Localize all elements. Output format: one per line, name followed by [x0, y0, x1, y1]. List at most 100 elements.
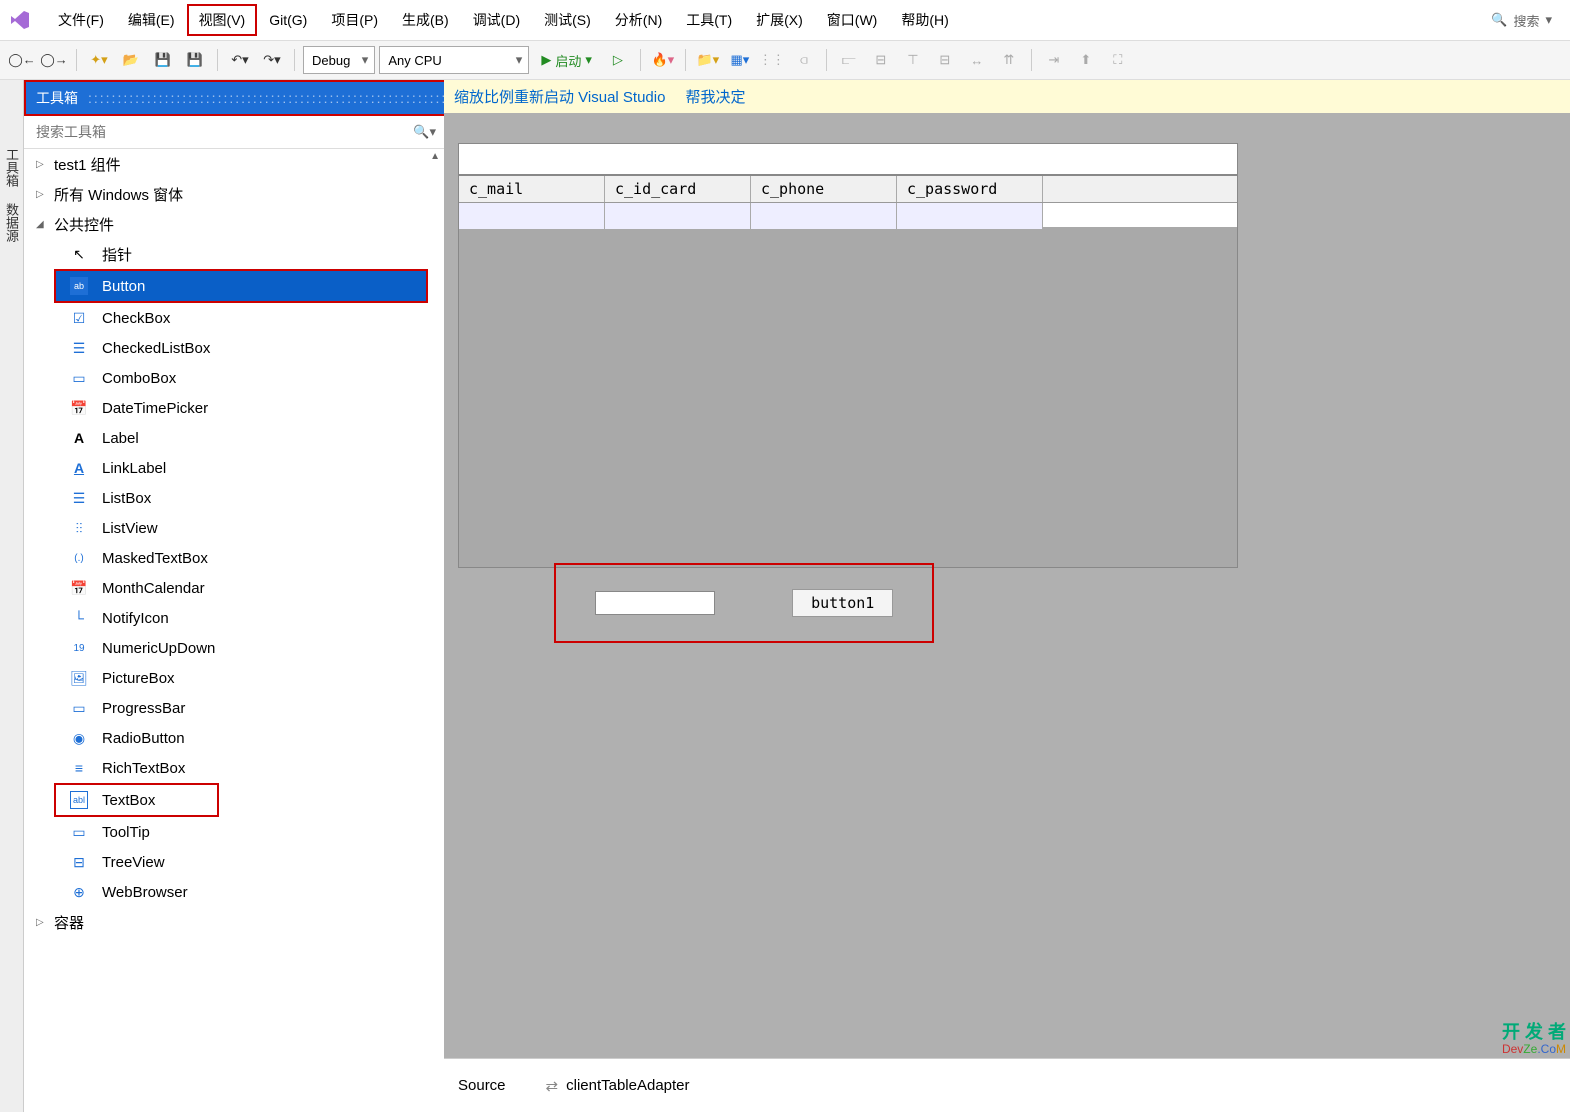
- tree-item-maskedtextbox[interactable]: (.)MaskedTextBox: [24, 543, 444, 573]
- picture-icon: 🖼: [70, 669, 88, 687]
- vspace-btn[interactable]: ⇈: [995, 46, 1023, 74]
- menu-extensions[interactable]: 扩展(X): [744, 4, 815, 36]
- start-nodebug-btn[interactable]: ▷: [604, 46, 632, 74]
- form-button1[interactable]: button1: [792, 589, 893, 617]
- scroll-up-icon[interactable]: ▲: [430, 151, 440, 162]
- pointer-icon: ↖: [70, 245, 88, 263]
- restart-link[interactable]: 缩放比例重新启动 Visual Studio: [454, 86, 665, 107]
- info-bar: 缩放比例重新启动 Visual Studio 帮我决定: [444, 80, 1570, 113]
- richtext-icon: ≡: [70, 759, 88, 777]
- align-mid-btn[interactable]: ⊟: [931, 46, 959, 74]
- grid-col-password[interactable]: c_password: [897, 176, 1043, 202]
- tree-item-datetimepicker[interactable]: 📅DateTimePicker: [24, 393, 444, 423]
- listbox-icon: ☰: [70, 489, 88, 507]
- tree-item-picturebox[interactable]: 🖼PictureBox: [24, 663, 444, 693]
- menu-analyze[interactable]: 分析(N): [603, 4, 674, 36]
- menu-debug[interactable]: 调试(D): [461, 4, 532, 36]
- grid-btn[interactable]: ▦▾: [726, 46, 754, 74]
- tray-source[interactable]: Source: [458, 1077, 506, 1094]
- new-item-btn[interactable]: ✦▾: [85, 46, 113, 74]
- form-textbox[interactable]: [595, 591, 715, 615]
- dots-btn[interactable]: ⋮⋮: [758, 46, 786, 74]
- menu-help[interactable]: 帮助(H): [889, 4, 960, 36]
- tree-item-progressbar[interactable]: ▭ProgressBar: [24, 693, 444, 723]
- menu-edit[interactable]: 编辑(E): [116, 4, 187, 36]
- grid-col-phone[interactable]: c_phone: [751, 176, 897, 202]
- undo-btn[interactable]: ↶▾: [226, 46, 254, 74]
- tab-order-btn[interactable]: ⇥: [1040, 46, 1068, 74]
- menu-file[interactable]: 文件(F): [46, 4, 116, 36]
- menu-view[interactable]: 视图(V): [187, 4, 258, 36]
- open-btn[interactable]: 📂: [117, 46, 145, 74]
- platform-dropdown[interactable]: Any CPU: [379, 46, 529, 74]
- menu-project[interactable]: 项目(P): [319, 4, 390, 36]
- config-dropdown[interactable]: Debug: [303, 46, 375, 74]
- tree-item-checkbox[interactable]: ☑CheckBox: [24, 303, 444, 333]
- tree-item-monthcalendar[interactable]: 📅MonthCalendar: [24, 573, 444, 603]
- tree-cat-container[interactable]: ▷容器: [24, 907, 444, 937]
- menu-build[interactable]: 生成(B): [390, 4, 461, 36]
- save-all-btn[interactable]: 💾: [181, 46, 209, 74]
- fullscreen-btn[interactable]: ⛶: [1104, 46, 1132, 74]
- toolbox-search-input[interactable]: [32, 120, 413, 144]
- align-top-btn[interactable]: ⊤: [899, 46, 927, 74]
- button-icon: ab: [70, 277, 88, 295]
- menu-test[interactable]: 测试(S): [532, 4, 603, 36]
- search-box[interactable]: 🔍 搜索 ▾: [1481, 7, 1562, 34]
- tree-item-listview[interactable]: ⫶⫶ListView: [24, 513, 444, 543]
- tree-cat-winforms[interactable]: ▷所有 Windows 窗体: [24, 179, 444, 209]
- tree-item-richtextbox[interactable]: ≡RichTextBox: [24, 753, 444, 783]
- menu-tools[interactable]: 工具(T): [674, 4, 744, 36]
- web-icon: ⊕: [70, 883, 88, 901]
- hspace-btn[interactable]: ↔: [963, 46, 991, 74]
- toolbox-tree[interactable]: ▲ ▷test1 组件 ▷所有 Windows 窗体 ◢公共控件 ↖指针 abB…: [24, 149, 444, 1112]
- play-icon: ▶: [541, 52, 551, 68]
- nav-fwd-btn[interactable]: ◯→: [40, 46, 68, 74]
- tree-item-linklabel[interactable]: ALinkLabel: [24, 453, 444, 483]
- component-tray: Source ⇄clientTableAdapter: [444, 1058, 1570, 1112]
- align-center-btn[interactable]: ⊟: [867, 46, 895, 74]
- align-left-btn[interactable]: ⫍: [835, 46, 863, 74]
- tree-item-pointer[interactable]: ↖指针: [24, 239, 444, 269]
- tree-cat-common[interactable]: ◢公共控件: [24, 209, 444, 239]
- tree-item-combobox[interactable]: ▭ComboBox: [24, 363, 444, 393]
- datagrid[interactable]: c_mail c_id_card c_phone c_password: [458, 175, 1238, 568]
- tree-item-tooltip[interactable]: ▭ToolTip: [24, 817, 444, 847]
- browse-btn[interactable]: 📁▾: [694, 46, 722, 74]
- menu-git[interactable]: Git(G): [257, 6, 319, 34]
- vert-tab-toolbox[interactable]: 工具箱: [0, 140, 23, 195]
- chevron-down-icon: ▾: [1545, 12, 1552, 28]
- progress-icon: ▭: [70, 699, 88, 717]
- toolbox-header: 工具箱 ::::::::::::::::::::::::::::::::::::…: [24, 80, 444, 116]
- tree-item-numericupdown[interactable]: 19NumericUpDown: [24, 633, 444, 663]
- tree-item-listbox[interactable]: ☰ListBox: [24, 483, 444, 513]
- grid-col-idcard[interactable]: c_id_card: [605, 176, 751, 202]
- tree-item-checkedlistbox[interactable]: ☰CheckedListBox: [24, 333, 444, 363]
- save-btn[interactable]: 💾: [149, 46, 177, 74]
- help-link[interactable]: 帮我决定: [685, 86, 745, 107]
- start-debug-btn[interactable]: ▶启动▾: [533, 49, 600, 72]
- search-icon[interactable]: 🔍▾: [413, 124, 436, 140]
- label-icon: A: [70, 429, 88, 447]
- menu-window[interactable]: 窗口(W): [815, 4, 890, 36]
- tree-item-radiobutton[interactable]: ◉RadioButton: [24, 723, 444, 753]
- textbox-icon: abl: [70, 791, 88, 809]
- nav-back-btn[interactable]: ◯←: [8, 46, 36, 74]
- tree-cat-test1[interactable]: ▷test1 组件: [24, 149, 444, 179]
- redo-btn[interactable]: ↷▾: [258, 46, 286, 74]
- tree-item-notifyicon[interactable]: └NotifyIcon: [24, 603, 444, 633]
- tree-item-textbox[interactable]: ablTextBox: [56, 785, 217, 815]
- tray-adapter[interactable]: ⇄clientTableAdapter: [546, 1077, 690, 1095]
- tree-item-label[interactable]: ALabel: [24, 423, 444, 453]
- grid-col-mail[interactable]: c_mail: [459, 176, 605, 202]
- align-btn[interactable]: ⫏: [790, 46, 818, 74]
- vert-tab-datasource[interactable]: 数据源: [0, 195, 23, 250]
- calendar-icon: 📅: [70, 399, 88, 417]
- hot-reload-btn[interactable]: 🔥▾: [649, 46, 677, 74]
- tree-item-treeview[interactable]: ⊟TreeView: [24, 847, 444, 877]
- tree-item-button[interactable]: abButton: [56, 271, 426, 301]
- tree-item-webbrowser[interactable]: ⊕WebBrowser: [24, 877, 444, 907]
- bring-front-btn[interactable]: ⬆: [1072, 46, 1100, 74]
- numeric-icon: 19: [70, 639, 88, 657]
- month-icon: 📅: [70, 579, 88, 597]
